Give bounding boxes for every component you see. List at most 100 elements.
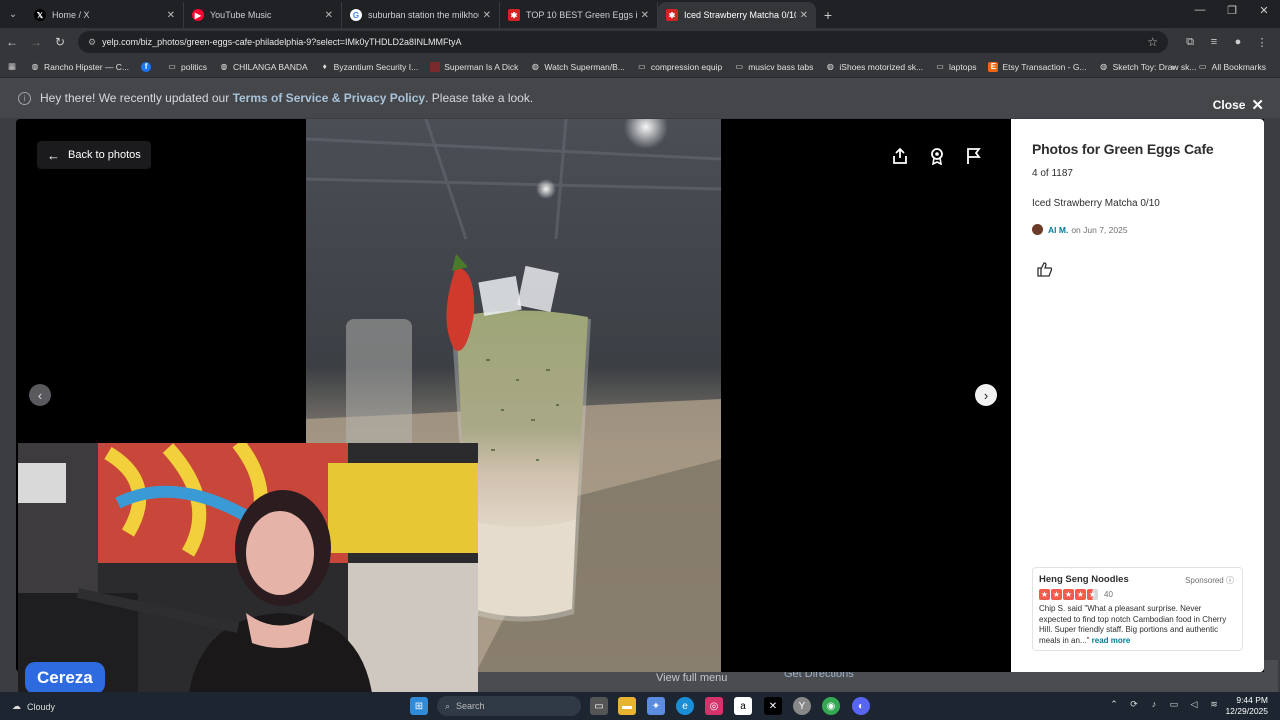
info-icon[interactable]: ⓘ: [1226, 576, 1234, 585]
bookmark-item[interactable]: f: [135, 61, 161, 72]
compliment-badge-icon[interactable]: [924, 143, 950, 169]
bookmark-label: Byzantium Security I...: [333, 61, 419, 72]
back-arrow-icon[interactable]: ←: [0, 35, 24, 49]
bookmark-folder[interactable]: ▭ musicv bass tabs: [728, 62, 819, 72]
chrome-icon[interactable]: ◉: [822, 697, 840, 715]
network-icon[interactable]: ≋: [1204, 699, 1224, 710]
close-label: Close: [1212, 98, 1246, 112]
close-icon[interactable]: ✕: [800, 10, 808, 21]
view-full-menu-link[interactable]: View full menu: [656, 672, 727, 684]
star-icon: ★: [1075, 589, 1086, 600]
app-icon[interactable]: Y: [793, 697, 811, 715]
bookmark-item[interactable]: Superman Is A Dick: [424, 61, 524, 72]
reload-icon[interactable]: ↻: [48, 35, 72, 49]
display-icon[interactable]: ▭: [1164, 699, 1184, 710]
minimize-icon[interactable]: —: [1184, 4, 1216, 17]
report-flag-icon[interactable]: [961, 143, 987, 169]
bookmark-item[interactable]: ◍ Rancho Hipster — C...: [24, 62, 135, 72]
bookmark-star-icon[interactable]: ☆: [1147, 35, 1158, 49]
taskbar-search[interactable]: ⌕ Search: [437, 696, 581, 716]
bookmark-item[interactable]: ♦ Byzantium Security I...: [314, 62, 425, 72]
amazon-icon[interactable]: a: [734, 697, 752, 715]
clock-date: 12/29/2025: [1225, 706, 1268, 716]
bookmark-item[interactable]: ◍ Watch Superman/B...: [524, 62, 630, 72]
review-text: Chip S. said "What a pleasant surprise. …: [1039, 604, 1227, 645]
tab-yelp-matcha[interactable]: ✱ Iced Strawberry Matcha 0/10 ✕: [658, 2, 816, 28]
review-count: 40: [1104, 590, 1113, 599]
tab-home-x[interactable]: 𝕏 Home / X ✕: [26, 2, 184, 28]
tab-youtube-music[interactable]: ▶ YouTube Music ✕: [184, 2, 342, 28]
windows-start-icon[interactable]: ⊞: [410, 697, 428, 715]
chevron-up-icon[interactable]: ⌃: [1104, 699, 1124, 710]
google-icon: G: [350, 9, 362, 21]
bookmark-label: musicv bass tabs: [748, 61, 814, 72]
weather-text: Cloudy: [27, 701, 56, 712]
microphone-icon[interactable]: ♪: [1144, 699, 1164, 710]
speaker-icon[interactable]: ◁: [1184, 699, 1204, 710]
windows-taskbar: ☁ Cloudy ⊞ ⌕ Search ▭ ▬ ✦ e ◎ a ✕ Y ◉ ◐ …: [0, 692, 1280, 720]
copilot-icon[interactable]: ✦: [647, 697, 665, 715]
bookmark-label: compression equip: [650, 61, 723, 72]
close-icon[interactable]: ✕: [641, 10, 649, 21]
sponsored-ad-card[interactable]: Heng Seng Noodles Sponsored ⓘ ★ ★ ★ ★ ★ …: [1032, 567, 1243, 651]
folder-icon: ▭: [1198, 62, 1207, 71]
bookmark-folder[interactable]: ▭ compression equip: [631, 62, 728, 72]
media-controls-icon[interactable]: ≡: [1202, 36, 1226, 49]
next-photo-button[interactable]: ›: [975, 384, 997, 406]
bookmark-item[interactable]: E Etsy Transaction - G...: [982, 61, 1092, 72]
globe-icon: ◍: [531, 62, 539, 71]
apps-grid-icon[interactable]: ▦: [0, 61, 24, 72]
terms-notice-banner: i Hey there! We recently updated our Ter…: [0, 78, 1280, 118]
facebook-icon: f: [141, 61, 152, 72]
file-explorer-icon[interactable]: ▬: [618, 697, 636, 715]
close-icon[interactable]: ✕: [167, 10, 175, 21]
terms-link[interactable]: Terms of Service & Privacy Policy: [233, 91, 426, 105]
bookmark-label: Watch Superman/B...: [544, 61, 625, 72]
new-tab-button[interactable]: +: [816, 2, 840, 28]
bell-icon: ♦: [322, 62, 327, 71]
bookmarks-bar: ▦ ◍ Rancho Hipster — C... f ▭ politics ◍ CH…: [0, 56, 1280, 78]
discord-icon[interactable]: ◐: [852, 697, 870, 715]
x-app-icon[interactable]: ✕: [764, 697, 782, 715]
info-icon: i: [18, 91, 31, 105]
edge-icon[interactable]: e: [676, 697, 694, 715]
extensions-icon[interactable]: ⧉: [1178, 36, 1202, 49]
read-more-link[interactable]: read more: [1092, 636, 1131, 645]
menu-kebab-icon[interactable]: ⋮: [1250, 36, 1274, 49]
folder-icon: ▭: [936, 62, 944, 71]
instagram-icon[interactable]: ◎: [705, 697, 723, 715]
folder-icon: ▭: [638, 62, 646, 71]
tab-google-search[interactable]: G suburban station the milkhouse ✕: [342, 2, 500, 28]
folder-icon: ▭: [735, 62, 743, 71]
bookmark-item[interactable]: ◍ CHILANGA BANDA: [213, 62, 314, 72]
author-name-link[interactable]: Al M.: [1048, 225, 1068, 235]
share-icon[interactable]: [887, 143, 913, 169]
address-bar[interactable]: ⚙ yelp.com/biz_photos/green-eggs-cafe-ph…: [78, 31, 1168, 53]
forward-arrow-icon[interactable]: →: [24, 35, 48, 49]
close-icon[interactable]: ✕: [325, 10, 333, 21]
tab-search-button[interactable]: ⌄: [0, 0, 26, 28]
previous-photo-button[interactable]: ‹: [29, 384, 51, 406]
site-info-icon[interactable]: ⚙: [88, 37, 96, 48]
close-button[interactable]: Close ✕: [1213, 96, 1264, 114]
close-icon[interactable]: ✕: [483, 10, 491, 21]
helpful-thumbs-up-icon[interactable]: [1037, 261, 1053, 282]
restore-icon[interactable]: ❐: [1216, 4, 1248, 17]
task-view-icon[interactable]: ▭: [590, 697, 608, 715]
sponsored-text: Sponsored: [1185, 576, 1224, 585]
chevron-right-icon[interactable]: »: [1171, 62, 1176, 72]
profile-avatar[interactable]: ●: [1226, 36, 1250, 49]
bookmark-item[interactable]: ◍ iShoes motorized sk...: [819, 62, 929, 72]
bookmark-label: CHILANGA BANDA: [233, 61, 308, 72]
bookmark-folder[interactable]: ▭ politics: [161, 62, 213, 72]
sync-icon[interactable]: ⟳: [1124, 699, 1144, 710]
taskbar-clock[interactable]: 9:44 PM 12/29/2025: [1225, 695, 1268, 717]
photo-counter: 4 of 1187: [1032, 168, 1073, 179]
all-bookmarks[interactable]: ▭ All Bookmarks: [1192, 62, 1272, 72]
tab-yelp-top10[interactable]: ✱ TOP 10 BEST Green Eggs in Phi ✕: [500, 2, 658, 28]
weather-widget[interactable]: ☁ Cloudy: [12, 701, 55, 712]
close-window-icon[interactable]: ✕: [1248, 4, 1280, 17]
back-to-photos-button[interactable]: ← Back to photos: [37, 141, 151, 169]
avatar[interactable]: [1032, 224, 1043, 235]
bookmark-folder[interactable]: ▭ laptops: [929, 62, 982, 72]
